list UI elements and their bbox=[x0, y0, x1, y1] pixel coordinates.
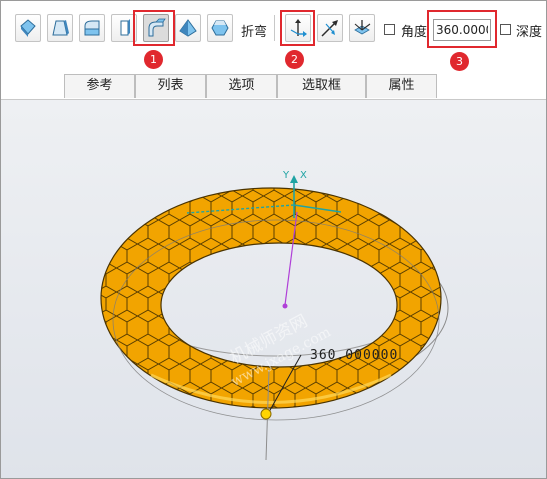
shape-wedge-icon bbox=[179, 19, 197, 37]
warp-dialog: 折弯 角度 360.0000 深度 1 2 3 参考 列表 选项 选取框 属性 … bbox=[0, 0, 547, 479]
shape-rhombus-button[interactable] bbox=[15, 14, 41, 42]
shape-hexagon-button[interactable] bbox=[207, 14, 233, 42]
diagonal-arrow-icon bbox=[321, 20, 338, 37]
shape-slab-icon bbox=[120, 19, 130, 36]
callout-box-1 bbox=[133, 10, 175, 46]
tab-bar: 参考 列表 选项 选取框 属性 bbox=[1, 71, 546, 99]
shape-hexagon-icon bbox=[211, 20, 229, 36]
torus-model[interactable] bbox=[100, 187, 442, 409]
axis-triad-icon bbox=[354, 20, 371, 35]
axis-x-label: X bbox=[300, 170, 307, 181]
tab-marquee[interactable]: 选取框 bbox=[277, 74, 366, 98]
shape-wedge-button[interactable] bbox=[175, 14, 201, 42]
callout-badge-2: 2 bbox=[285, 50, 304, 69]
shape-trapezoid-icon bbox=[52, 20, 69, 36]
angle-dimension-text[interactable]: 360.000000 bbox=[310, 348, 398, 363]
angle-label: 角度 bbox=[401, 25, 428, 40]
callout-box-2 bbox=[280, 10, 315, 46]
axis-y-label: Y bbox=[282, 170, 290, 181]
callout-badge-1: 1 bbox=[144, 50, 163, 69]
tab-options[interactable]: 选项 bbox=[206, 74, 277, 98]
graphics-viewport[interactable]: Y X 360.000000 机械师资网 www.jxage.com bbox=[1, 99, 546, 478]
diagonal-arrow-button[interactable] bbox=[317, 14, 343, 42]
bend-center-point bbox=[282, 303, 288, 309]
tab-properties[interactable]: 属性 bbox=[366, 74, 437, 98]
angle-checkbox[interactable] bbox=[384, 24, 395, 35]
toolbar-divider bbox=[274, 15, 275, 41]
toolbar: 折弯 角度 360.0000 深度 1 2 3 bbox=[1, 1, 546, 71]
shape-quarter-cylinder-icon bbox=[84, 20, 100, 36]
axis-triad-button[interactable] bbox=[349, 14, 375, 42]
bend-label: 折弯 bbox=[241, 25, 268, 40]
model-scene: Y X 360.000000 机械师资网 www.jxage.com bbox=[100, 170, 449, 461]
drag-handle[interactable] bbox=[260, 408, 272, 420]
shape-trapezoid-button[interactable] bbox=[47, 14, 73, 42]
depth-checkbox[interactable] bbox=[500, 24, 511, 35]
depth-label: 深度 bbox=[516, 25, 543, 40]
shape-quarter-cylinder-button[interactable] bbox=[79, 14, 105, 42]
callout-box-3 bbox=[427, 10, 497, 48]
shape-rhombus-icon bbox=[20, 19, 36, 37]
callout-badge-3: 3 bbox=[450, 52, 469, 71]
tab-list[interactable]: 列表 bbox=[135, 74, 206, 98]
tab-references[interactable]: 参考 bbox=[64, 74, 135, 98]
